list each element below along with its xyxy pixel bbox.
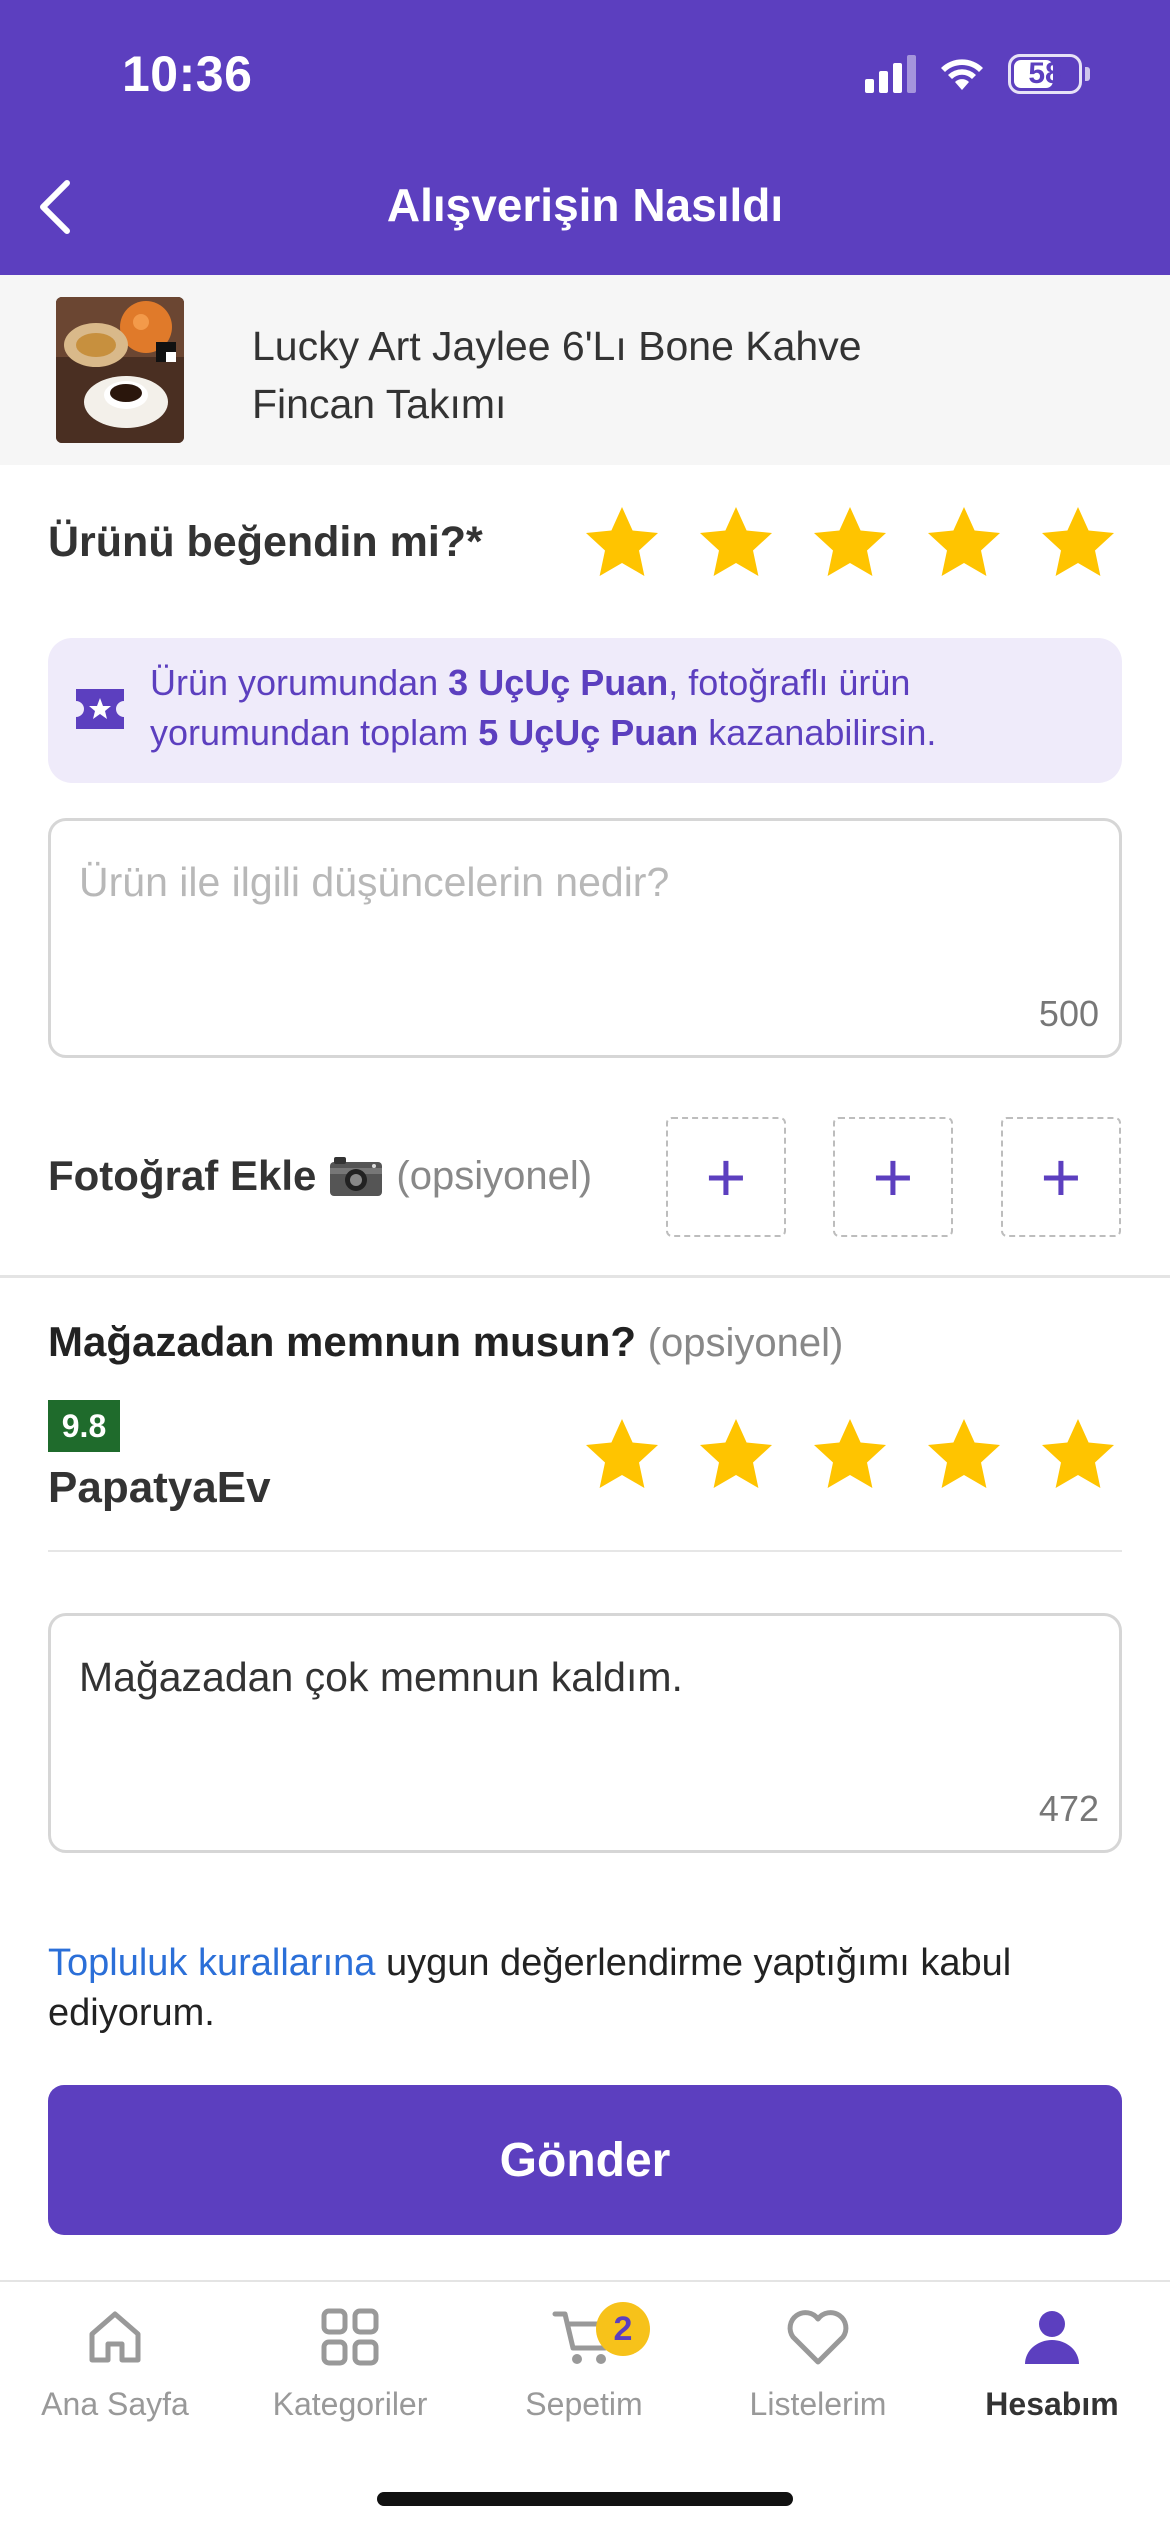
star-icon[interactable] bbox=[696, 1415, 776, 1495]
store-rating-stars[interactable] bbox=[582, 1415, 1118, 1495]
tab-cart[interactable]: 2 Sepetim bbox=[474, 2302, 694, 2423]
product-image bbox=[56, 297, 184, 443]
battery-level: 58 bbox=[1028, 57, 1062, 90]
store-comment-input[interactable]: Mağazadan çok memnun kaldım. 472 bbox=[48, 1613, 1122, 1853]
wifi-icon bbox=[941, 59, 983, 90]
product-rating-label: Ürünü beğendin mi?* bbox=[48, 518, 483, 566]
agreement-text: Topluluk kurallarına uygun değerlendirme… bbox=[48, 1942, 1012, 2034]
submit-button[interactable]: Gönder bbox=[48, 2085, 1122, 2235]
battery-icon: 58 bbox=[1008, 54, 1082, 94]
product-review-input[interactable]: Ürün ile ilgili düşüncelerin nedir? 500 bbox=[48, 818, 1122, 1058]
user-icon bbox=[1025, 2311, 1079, 2364]
add-photo-button[interactable]: + bbox=[666, 1117, 786, 1237]
product-rating-stars[interactable] bbox=[582, 503, 1118, 583]
add-photo-button[interactable]: + bbox=[833, 1117, 953, 1237]
add-photo-label: Fotoğraf Ekle (opsiyonel) bbox=[48, 1152, 593, 1199]
star-icon[interactable] bbox=[924, 503, 1004, 583]
store-name: PapatyaEv bbox=[48, 1463, 271, 1512]
product-name: Lucky Art Jaylee 6'Lı Bone Kahve Fincan … bbox=[252, 323, 862, 427]
camera-icon bbox=[330, 1157, 383, 1196]
add-photo-button[interactable]: + bbox=[1001, 1117, 1121, 1237]
tab-categories[interactable]: Kategoriler bbox=[240, 2302, 460, 2423]
section-divider bbox=[0, 1275, 1170, 1278]
tab-account[interactable]: Hesabım bbox=[942, 2302, 1162, 2423]
store-score-badge: 9.8 bbox=[48, 1400, 120, 1452]
home-icon bbox=[89, 2311, 141, 2363]
star-icon[interactable] bbox=[924, 1415, 1004, 1495]
store-divider bbox=[48, 1550, 1122, 1552]
plus-icon: + bbox=[705, 1138, 747, 1216]
plus-icon: + bbox=[872, 1138, 914, 1216]
heart-icon bbox=[787, 2310, 849, 2365]
ticket-icon bbox=[76, 689, 124, 729]
plus-icon: + bbox=[1040, 1138, 1082, 1216]
star-icon[interactable] bbox=[582, 1415, 662, 1495]
community-rules-link[interactable]: Topluluk kurallarına bbox=[48, 1942, 375, 1984]
home-indicator bbox=[377, 2492, 793, 2506]
star-icon[interactable] bbox=[1038, 503, 1118, 583]
points-info-text: Ürün yorumundan 3 UçUç Puan, fotoğraflı … bbox=[150, 662, 937, 753]
review-placeholder: Ürün ile ilgili düşüncelerin nedir? bbox=[79, 859, 670, 905]
store-rating-label: Mağazadan memnun musun? (opsiyonel) bbox=[48, 1318, 844, 1365]
review-char-counter: 500 bbox=[1038, 993, 1099, 1034]
tab-lists[interactable]: Listelerim bbox=[708, 2302, 928, 2423]
page-title: Alışverişin Nasıldı bbox=[386, 179, 784, 231]
product-row: Lucky Art Jaylee 6'Lı Bone Kahve Fincan … bbox=[0, 275, 1170, 465]
cart-count-badge: 2 bbox=[596, 2302, 650, 2356]
star-icon[interactable] bbox=[696, 503, 776, 583]
tab-home[interactable]: Ana Sayfa bbox=[5, 2302, 225, 2423]
store-comment-counter: 472 bbox=[1038, 1788, 1099, 1829]
store-comment-value: Mağazadan çok memnun kaldım. bbox=[79, 1654, 683, 1700]
header: 10:36 58 Alışverişin Nasıldı bbox=[0, 0, 1170, 275]
bottom-tab-bar: Ana Sayfa Kategoriler 2 Sepetim Listeler… bbox=[0, 2280, 1170, 2532]
signal-icon bbox=[865, 55, 916, 93]
star-icon[interactable] bbox=[1038, 1415, 1118, 1495]
star-icon[interactable] bbox=[810, 1415, 890, 1495]
status-time: 10:36 bbox=[122, 46, 253, 102]
star-icon[interactable] bbox=[582, 503, 662, 583]
points-info-box: Ürün yorumundan 3 UçUç Puan, fotoğraflı … bbox=[48, 638, 1122, 783]
status-icons: 58 bbox=[865, 54, 1090, 94]
grid-icon bbox=[321, 2308, 379, 2366]
star-icon[interactable] bbox=[810, 503, 890, 583]
